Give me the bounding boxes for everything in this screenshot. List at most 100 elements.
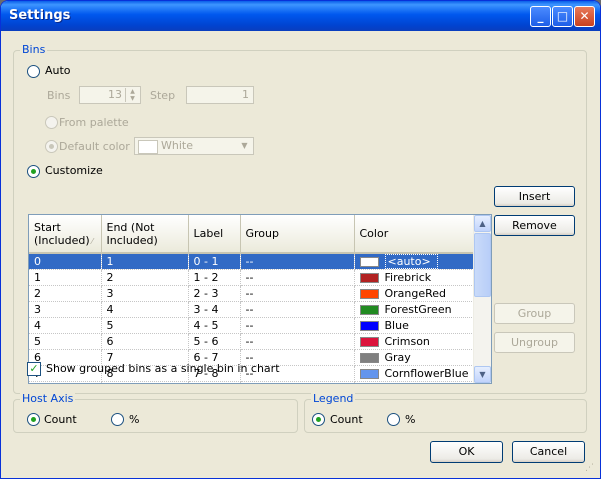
host-axis-group-label: Host Axis xyxy=(20,392,76,405)
cell-color[interactable]: CornflowerBlue xyxy=(354,365,474,382)
chevron-down-icon[interactable]: ▼ xyxy=(237,139,252,153)
color-swatch xyxy=(359,257,379,267)
minimize-button[interactable]: _ xyxy=(530,6,551,27)
color-swatch xyxy=(359,321,379,331)
resize-grip-icon[interactable]: ⋰ xyxy=(585,463,596,474)
cell-label[interactable]: 8 - 9 xyxy=(188,381,241,383)
table-row[interactable]: 121 - 2 -- Firebrick xyxy=(29,269,474,286)
auto-radio[interactable] xyxy=(27,65,40,78)
scroll-thumb[interactable] xyxy=(474,233,491,297)
cell-end[interactable]: 6 xyxy=(101,333,189,350)
cell-end[interactable]: 5 xyxy=(101,317,189,334)
ungroup-button[interactable]: Ungroup xyxy=(494,332,575,353)
cell-start[interactable]: 4 xyxy=(29,317,102,334)
color-name: Blue xyxy=(384,319,409,332)
cell-start[interactable]: 2 xyxy=(29,285,102,302)
default-color-label: Default color xyxy=(59,140,130,153)
cell-start[interactable]: 1 xyxy=(29,269,102,286)
cell-group[interactable]: -- xyxy=(240,333,355,350)
table-row[interactable]: 565 - 6 -- Crimson xyxy=(29,333,474,350)
cell-color[interactable]: ForestGreen xyxy=(354,301,474,318)
cell-label[interactable]: 5 - 6 xyxy=(188,333,241,350)
cell-color[interactable]: <auto> xyxy=(354,253,474,270)
cell-end[interactable]: 9 xyxy=(101,381,189,383)
step-field[interactable]: 1 xyxy=(186,86,254,104)
legend-count-radio[interactable] xyxy=(312,413,325,426)
column-header-start[interactable]: Start (Included) ⁄ xyxy=(29,215,102,254)
column-header-label[interactable]: Label xyxy=(188,215,241,254)
window-title: Settings xyxy=(9,8,71,23)
settings-window: Settings _ □ ✕ Bins Auto Bins 13 ▲ ▼ Step… xyxy=(0,0,601,479)
host-axis-percent-radio[interactable] xyxy=(111,413,124,426)
default-color-select[interactable]: White ▼ xyxy=(134,137,254,155)
color-name: Gray xyxy=(384,351,411,364)
cell-label[interactable]: 2 - 3 xyxy=(188,285,241,302)
maximize-icon: □ xyxy=(556,9,569,23)
cell-label[interactable]: 3 - 4 xyxy=(188,301,241,318)
cell-start[interactable]: 8 xyxy=(29,381,102,383)
show-grouped-label: Show grouped bins as a single bin in cha… xyxy=(46,362,280,375)
table-row[interactable]: 343 - 4 -- ForestGreen xyxy=(29,301,474,318)
color-name: Purple xyxy=(385,383,420,384)
cell-label[interactable]: 0 - 1 xyxy=(188,253,241,270)
column-header-end-label: End (Not Included) xyxy=(106,220,158,247)
column-header-group[interactable]: Group xyxy=(240,215,355,254)
scroll-down-icon[interactable]: ▼ xyxy=(474,366,491,383)
cell-group[interactable]: -- xyxy=(240,253,355,270)
close-icon: ✕ xyxy=(579,9,590,23)
color-name: Crimson xyxy=(384,335,430,348)
cell-color[interactable]: Crimson xyxy=(354,333,474,350)
maximize-button[interactable]: □ xyxy=(552,6,573,27)
cell-end[interactable]: 4 xyxy=(101,301,189,318)
cell-end[interactable]: 1 xyxy=(101,253,189,270)
step-label: Step xyxy=(150,89,176,102)
column-header-label-label: Label xyxy=(193,227,224,240)
cell-group[interactable]: -- xyxy=(240,317,355,334)
sort-arrow-icon: ⁄ xyxy=(91,236,93,246)
cell-color[interactable]: Firebrick xyxy=(354,269,474,286)
color-name: CornflowerBlue xyxy=(384,367,469,380)
scroll-up-icon[interactable]: ▲ xyxy=(474,215,491,232)
table-row[interactable]: 010 - 1 -- <auto> xyxy=(29,253,474,270)
cell-group[interactable]: -- xyxy=(240,285,355,302)
cell-start[interactable]: 3 xyxy=(29,301,102,318)
grid-scrollbar[interactable]: ▲ ▼ xyxy=(473,215,491,383)
close-button[interactable]: ✕ xyxy=(574,6,595,27)
group-button[interactable]: Group xyxy=(494,303,575,324)
default-color-radio[interactable] xyxy=(45,140,58,153)
cell-label[interactable]: 1 - 2 xyxy=(188,269,241,286)
table-row[interactable]: 232 - 3 -- OrangeRed xyxy=(29,285,474,302)
cancel-button[interactable]: Cancel xyxy=(512,441,585,463)
column-header-end[interactable]: End (Not Included) xyxy=(101,215,189,254)
column-header-color[interactable]: Color xyxy=(354,215,474,254)
customize-radio[interactable] xyxy=(27,165,40,178)
title-bar[interactable]: Settings _ □ ✕ xyxy=(1,1,600,31)
legend-group-label: Legend xyxy=(311,392,356,405)
cell-end[interactable]: 2 xyxy=(101,269,189,286)
from-palette-radio[interactable] xyxy=(45,116,58,129)
cell-start[interactable]: 5 xyxy=(29,333,102,350)
cell-color[interactable]: Blue xyxy=(354,317,474,334)
ok-button[interactable]: OK xyxy=(430,441,503,463)
cell-color[interactable]: Gray xyxy=(354,349,474,366)
cell-color[interactable]: Purple xyxy=(354,381,474,384)
table-row[interactable]: 898 - 9-- Purple xyxy=(29,381,474,384)
bins-count-field[interactable]: 13 ▲ ▼ xyxy=(79,86,141,104)
legend-percent-radio[interactable] xyxy=(387,413,400,426)
spinner-icon[interactable]: ▲ ▼ xyxy=(125,88,139,102)
cell-end[interactable]: 3 xyxy=(101,285,189,302)
cell-start[interactable]: 0 xyxy=(29,253,102,270)
insert-button[interactable]: Insert xyxy=(494,186,575,207)
bins-grid[interactable]: Start (Included) ⁄ End (Not Included) Lab… xyxy=(28,214,492,384)
color-name: ForestGreen xyxy=(384,303,452,316)
cell-group[interactable]: -- xyxy=(240,381,355,383)
host-axis-count-radio[interactable] xyxy=(27,413,40,426)
remove-button[interactable]: Remove xyxy=(494,215,575,236)
cell-color[interactable]: OrangeRed xyxy=(354,285,474,302)
table-row[interactable]: 454 - 5 -- Blue xyxy=(29,317,474,334)
cell-group[interactable]: -- xyxy=(240,301,355,318)
cell-group[interactable]: -- xyxy=(240,269,355,286)
cell-label[interactable]: 4 - 5 xyxy=(188,317,241,334)
show-grouped-checkbox[interactable]: ✓ xyxy=(27,362,41,376)
host-axis-count-label: Count xyxy=(44,413,77,426)
